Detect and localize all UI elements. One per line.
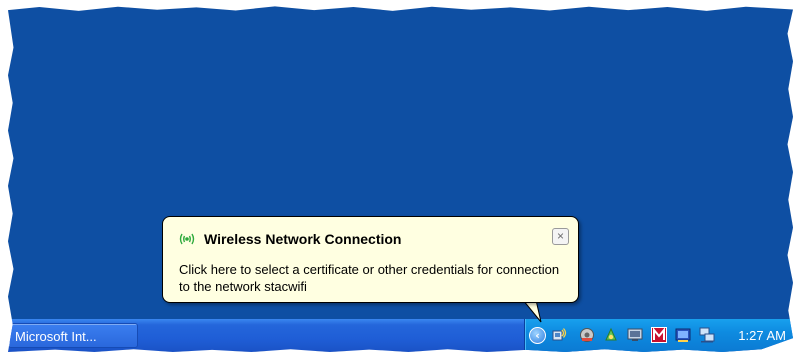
balloon-pointer xyxy=(522,300,542,323)
monitor-icon[interactable] xyxy=(627,327,643,343)
mcafee-icon[interactable] xyxy=(651,327,667,343)
balloon-notification[interactable]: Wireless Network Connection × Click here… xyxy=(162,216,579,303)
balloon-close-button[interactable]: × xyxy=(552,228,569,245)
taskbar-clock[interactable]: 1:27 AM xyxy=(738,319,786,352)
balloon-title: Wireless Network Connection xyxy=(204,231,402,247)
audio-icon[interactable] xyxy=(579,327,595,343)
security-icon[interactable] xyxy=(675,327,691,343)
wireless-signal-icon xyxy=(179,233,195,245)
show-hidden-icons-chevron-icon[interactable]: ‹ xyxy=(529,327,546,344)
system-tray: ‹ 1:27 AM xyxy=(524,319,793,352)
balloon-message[interactable]: Click here to select a certificate or ot… xyxy=(179,261,569,295)
taskbar-button-internet-explorer[interactable]: Microsoft Int... xyxy=(8,323,138,348)
taskbar: Microsoft Int... ‹ 1:27 AM xyxy=(8,319,793,352)
network-tool-icon[interactable] xyxy=(603,327,619,343)
wireless-network-icon[interactable] xyxy=(551,327,567,343)
network-connections-icon[interactable] xyxy=(699,327,715,343)
